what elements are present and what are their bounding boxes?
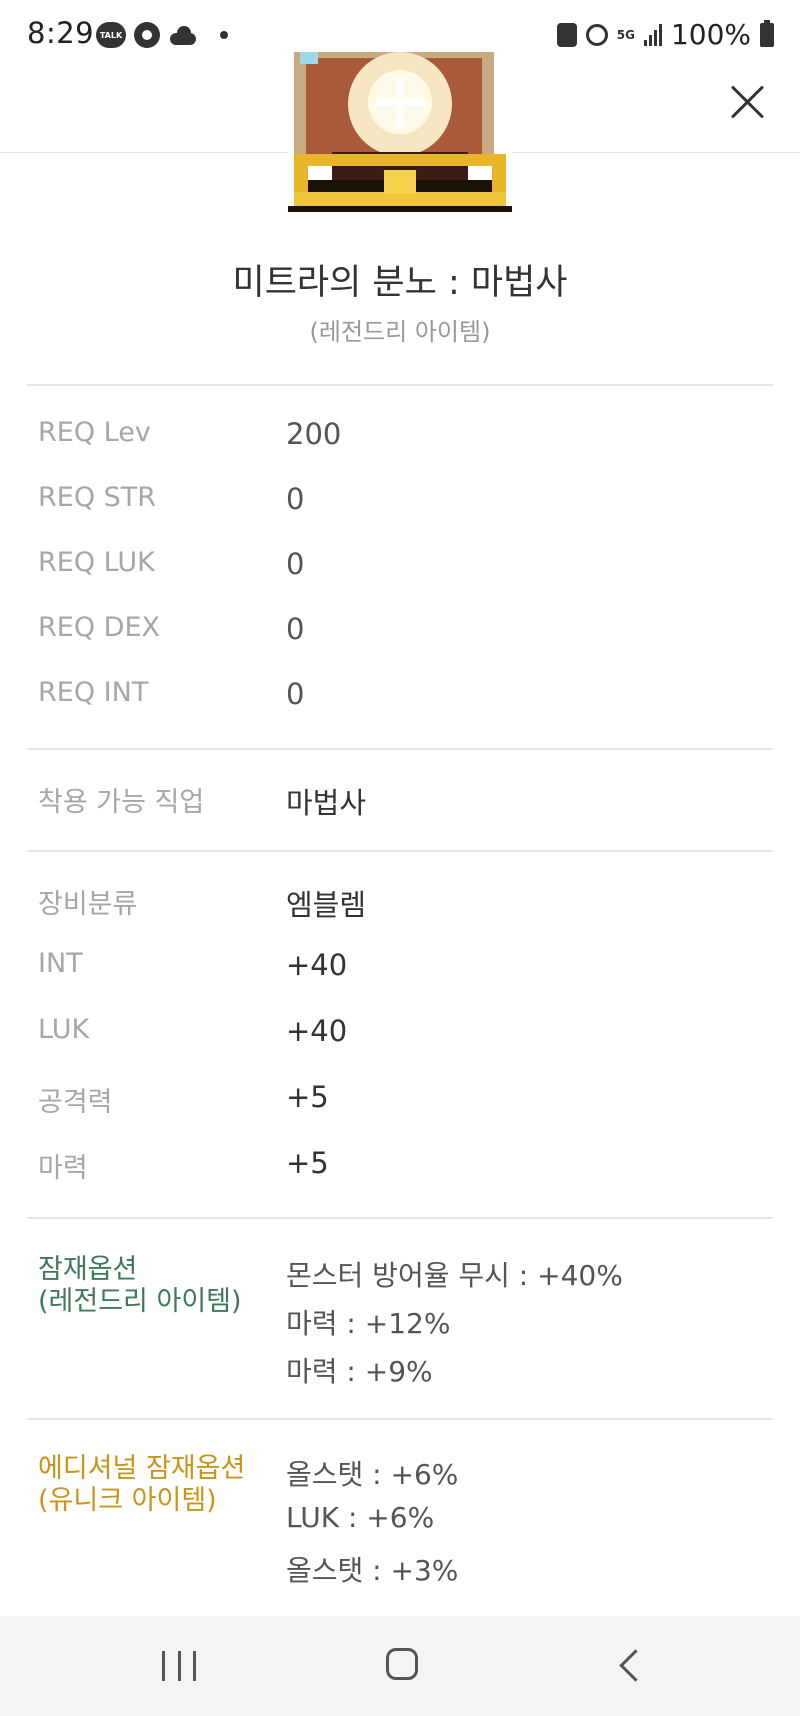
stat-row-int: INT +40 [38, 948, 778, 988]
req-row-level: REQ Lev 200 [38, 417, 778, 457]
item-title: 미트라의 분노 : 마법사 [232, 263, 568, 303]
additional-potential-label-title: 에디셔널 잠재옵션 [38, 1453, 246, 1484]
stat-label: 공격력 [38, 1087, 113, 1118]
req-value: 0 [286, 482, 305, 516]
stat-row-luk: LUK +40 [38, 1014, 778, 1054]
divider [27, 384, 773, 386]
divider [27, 748, 773, 750]
system-icons: 5G 100% [556, 18, 774, 51]
stat-row-category: 장비분류 엠블렘 [38, 882, 778, 922]
additional-potential-option: 올스탯 : +3% [286, 1554, 459, 1587]
stat-value: +40 [286, 1014, 348, 1048]
stat-row-magic: 마력 +5 [38, 1146, 778, 1186]
job-value: 마법사 [286, 786, 367, 820]
home-button[interactable] [386, 1648, 418, 1680]
stat-label: 장비분류 [38, 889, 138, 920]
alarm-icon [585, 23, 608, 46]
item-emblem-icon [288, 52, 512, 222]
req-label: REQ STR [38, 482, 157, 513]
req-row-str: REQ STR 0 [38, 482, 778, 522]
status-time: 8:29 [27, 16, 95, 50]
req-row-luk: REQ LUK 0 [38, 547, 778, 587]
divider [27, 1217, 773, 1219]
kakaotalk-icon: TALK [96, 22, 126, 48]
stat-label: 마력 [38, 1153, 88, 1184]
req-value: 0 [286, 677, 305, 711]
signal-icon [643, 23, 662, 46]
back-button[interactable] [618, 1648, 638, 1668]
additional-potential-option: LUK : +6% [286, 1501, 435, 1534]
req-label: REQ Lev [38, 417, 151, 448]
job-row: 착용 가능 직업 마법사 [38, 780, 778, 820]
additional-potential-label: 에디셔널 잠재옵션 (유니크 아이템) [38, 1453, 245, 1517]
notification-icons: TALK [96, 22, 228, 48]
stat-value: +5 [286, 1080, 329, 1114]
stat-value: +5 [286, 1146, 329, 1180]
req-row-dex: REQ DEX 0 [38, 612, 778, 652]
potential-option: 몬스터 방어율 무시 : +40% [286, 1259, 623, 1292]
req-label: REQ DEX [38, 612, 161, 643]
potential-label-grade: (레전드리 아이템) [38, 1286, 242, 1317]
network-5g-icon: 5G [616, 27, 635, 42]
stat-value: +40 [286, 948, 348, 982]
battery-saver-icon [556, 22, 577, 47]
cloud-icon [168, 25, 198, 45]
stat-label: LUK [38, 1014, 90, 1045]
divider [27, 850, 773, 852]
req-value: 0 [286, 612, 305, 646]
battery-icon [760, 19, 774, 47]
req-label: REQ LUK [38, 547, 155, 578]
potential-label-title: 잠재옵션 [38, 1254, 138, 1285]
potential-label: 잠재옵션 (레전드리 아이템) [38, 1254, 242, 1318]
req-value: 0 [286, 547, 305, 581]
req-row-int: REQ INT 0 [38, 677, 778, 717]
additional-potential-option: 올스탯 : +6% [286, 1458, 459, 1491]
item-grade: (레전드리 아이템) [309, 318, 491, 346]
close-button[interactable] [724, 78, 772, 126]
job-label: 착용 가능 직업 [38, 787, 205, 818]
battery-percentage: 100% [670, 18, 751, 51]
potential-option: 마력 : +12% [286, 1307, 451, 1340]
divider [27, 1418, 773, 1420]
more-notifications-dot-icon [220, 31, 228, 39]
potential-option: 마력 : +9% [286, 1355, 433, 1388]
req-label: REQ INT [38, 677, 149, 708]
recent-apps-button[interactable] [162, 1651, 196, 1681]
chrome-icon [134, 22, 160, 48]
android-navigation-bar [0, 1616, 800, 1716]
stat-label: INT [38, 948, 83, 979]
stat-value: 엠블렘 [286, 888, 367, 922]
stat-row-attack: 공격력 +5 [38, 1080, 778, 1120]
req-value: 200 [286, 417, 342, 451]
additional-potential-label-grade: (유니크 아이템) [38, 1485, 217, 1516]
